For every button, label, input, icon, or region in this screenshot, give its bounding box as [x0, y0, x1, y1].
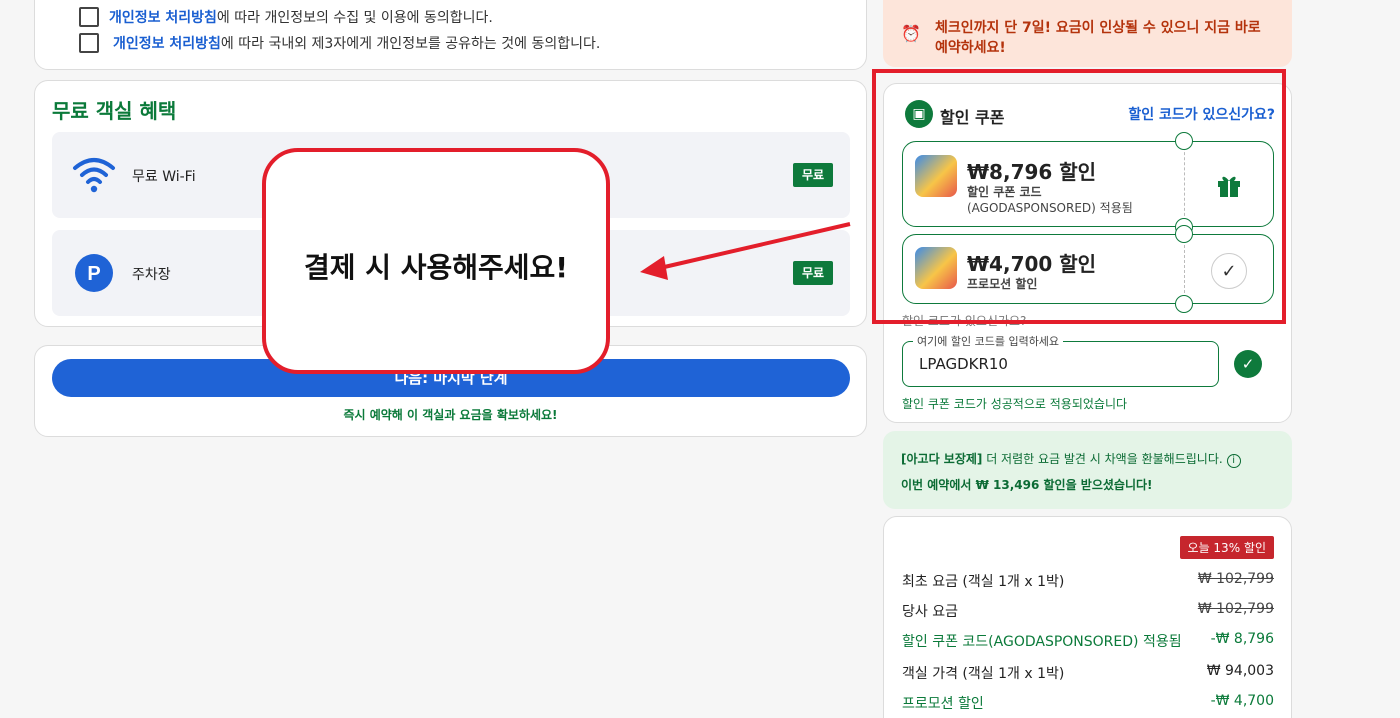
consent-text: 에 따라 개인정보의 수집 및 이용에 동의합니다.	[216, 10, 493, 26]
discount-code-input[interactable]: 여기에 할인 코드를 입력하세요 LPAGDKR10	[902, 333, 1219, 387]
consent-card: 개인정보 처리방침 에 따라 개인정보의 수집 및 이용에 동의합니다. 개인정…	[34, 0, 867, 70]
price-label: 프로모션 할인	[902, 696, 984, 712]
booking-note: 즉시 예약해 이 객실과 요금을 확보하세요!	[343, 408, 558, 422]
highlight-box	[872, 69, 1286, 324]
input-legend: 여기에 할인 코드를 입력하세요	[913, 333, 1064, 349]
price-row: 당사 요금 ₩ 102,799	[902, 601, 1274, 621]
parking-icon: P	[75, 254, 113, 292]
consent-row-third-party[interactable]: 개인정보 처리방침 에 따라 국내외 제3자에게 개인정보를 공유하는 것에 동…	[79, 33, 600, 53]
price-label: 할인 쿠폰 코드(AGODASPONSORED) 적용됨	[902, 634, 1182, 650]
price-value: -₩ 4,700	[1210, 693, 1274, 709]
consent-checkbox-third-party[interactable]	[79, 33, 99, 53]
price-value: -₩ 8,796	[1210, 631, 1274, 647]
price-row: 최초 요금 (객실 1개 x 1박) ₩ 102,799	[902, 571, 1274, 591]
benefit-label: 무료 Wi-Fi	[132, 169, 196, 185]
price-value: ₩ 102,799	[1197, 571, 1274, 587]
price-row: 프로모션 할인 -₩ 4,700	[902, 693, 1274, 713]
privacy-policy-link[interactable]: 개인정보 처리방침	[109, 7, 217, 27]
price-value: ₩ 102,799	[1197, 601, 1274, 617]
price-label: 당사 요금	[902, 604, 958, 620]
urgency-text: 체크인까지 단 7일! 요금이 인상될 수 있으니 지금 바로 예약하세요!	[935, 20, 1261, 56]
consent-row-collection[interactable]: 개인정보 처리방침 에 따라 개인정보의 수집 및 이용에 동의합니다.	[79, 7, 493, 27]
price-breakdown-card: 오늘 13% 할인 최초 요금 (객실 1개 x 1박) ₩ 102,799 당…	[883, 516, 1292, 718]
sale-badge: 오늘 13% 할인	[1179, 536, 1274, 559]
wifi-icon	[73, 158, 115, 193]
alarm-clock-icon: ⏰	[901, 24, 921, 43]
price-label: 객실 가격 (객실 1개 x 1박)	[902, 666, 1065, 682]
guarantee-bold: [아고다 보장제]	[901, 452, 983, 466]
free-badge: 무료	[793, 261, 833, 285]
guarantee-line: [아고다 보장제] 더 저렴한 요금 발견 시 차액을 환불해드립니다. i	[901, 450, 1241, 468]
privacy-policy-link[interactable]: 개인정보 처리방침	[113, 33, 221, 53]
consent-checkbox-collection[interactable]	[79, 7, 99, 27]
annotation-callout: 결제 시 사용해주세요!	[262, 148, 610, 374]
free-badge: 무료	[793, 163, 833, 187]
code-success-message: 할인 쿠폰 코드가 성공적으로 적용되었습니다	[902, 397, 1128, 411]
check-icon: ✓	[1234, 350, 1262, 378]
annotation-text: 결제 시 사용해주세요!	[303, 251, 569, 284]
price-row: 할인 쿠폰 코드(AGODASPONSORED) 적용됨 -₩ 8,796	[902, 631, 1274, 651]
guarantee-text: 더 저렴한 요금 발견 시 차액을 환불해드립니다.	[982, 452, 1223, 466]
info-icon[interactable]: i	[1226, 454, 1241, 468]
input-value[interactable]: LPAGDKR10	[919, 355, 1008, 373]
benefits-title: 무료 객실 혜택	[52, 99, 177, 123]
price-row: 객실 가격 (객실 1개 x 1박) ₩ 94,003	[902, 663, 1274, 683]
urgency-banner: ⏰ 체크인까지 단 7일! 요금이 인상될 수 있으니 지금 바로 예약하세요!	[883, 0, 1292, 67]
price-label: 최초 요금 (객실 1개 x 1박)	[902, 574, 1065, 590]
savings-text: 이번 예약에서 ₩ 13,496 할인을 받으셨습니다!	[901, 478, 1153, 492]
price-guarantee-banner: [아고다 보장제] 더 저렴한 요금 발견 시 차액을 환불해드립니다. i 이번…	[883, 431, 1292, 509]
benefit-label: 주차장	[132, 267, 171, 283]
consent-text: 에 따라 국내외 제3자에게 개인정보를 공유하는 것에 동의합니다.	[220, 36, 601, 52]
svg-text:P: P	[87, 263, 100, 285]
price-value: ₩ 94,003	[1206, 663, 1274, 679]
